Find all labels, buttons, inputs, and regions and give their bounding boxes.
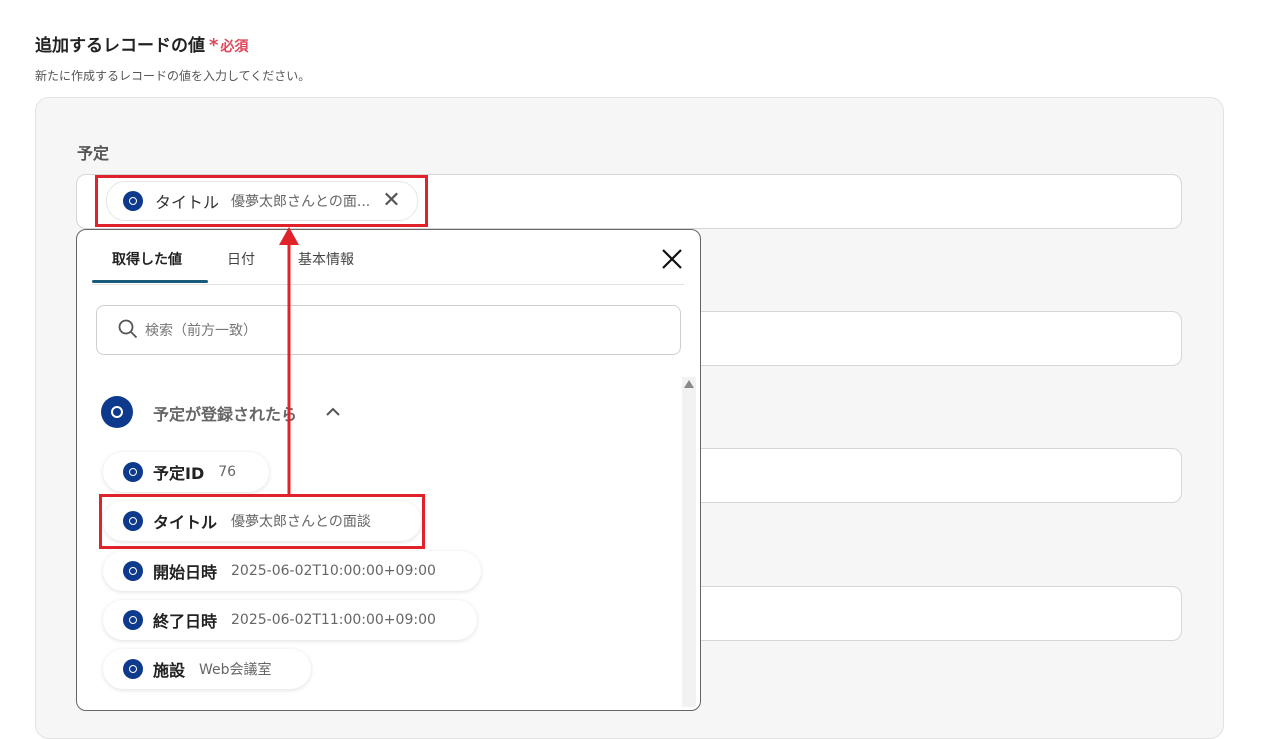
search-input[interactable] — [143, 318, 647, 344]
item-label: 施設 — [153, 661, 186, 680]
tab-basic-info[interactable]: 基本情報 — [298, 249, 354, 269]
garoon-app-icon — [123, 561, 143, 581]
garoon-app-icon — [123, 462, 143, 482]
garoon-app-icon — [123, 511, 143, 531]
active-tab-indicator — [92, 280, 208, 283]
section-description: 新たに作成するレコードの値を入力してください。 — [35, 69, 311, 83]
group-title: 予定が登録されたら — [153, 405, 298, 424]
item-value: 76 — [218, 464, 237, 480]
list-item-schedule-id[interactable]: 予定ID 76 — [103, 452, 269, 492]
annotation-arrow-icon — [279, 227, 299, 494]
tab-divider — [92, 284, 684, 285]
item-value: 2025-06-02T11:00:00+09:00 — [231, 612, 436, 628]
garoon-app-icon — [123, 191, 143, 211]
item-label: 予定ID — [153, 464, 205, 483]
list-item-title[interactable]: タイトル 優夢太郎さんとの面談 — [103, 501, 421, 541]
scroll-up-icon[interactable] — [684, 380, 694, 388]
field-label-schedule: 予定 — [77, 144, 110, 163]
garoon-group-icon — [101, 396, 133, 428]
list-item-start-datetime[interactable]: 開始日時 2025-06-02T10:00:00+09:00 — [103, 551, 481, 591]
garoon-app-icon — [123, 610, 143, 630]
value-picker-popover: 取得した値 日付 基本情報 予定が登録されたら 予定ID 76 タイトル 優夢太… — [76, 229, 701, 711]
scrollbar[interactable] — [682, 377, 696, 707]
item-label: 開始日時 — [153, 563, 218, 582]
chip-label: タイトル — [155, 193, 220, 212]
required-star: * — [209, 35, 219, 56]
item-value: 優夢太郎さんとの面談 — [231, 514, 371, 530]
section-title-text: 追加するレコードの値 — [35, 36, 205, 56]
close-icon[interactable] — [659, 246, 685, 272]
selected-value-chip[interactable]: タイトル 優夢太郎さんとの面... ✕ — [106, 181, 418, 221]
chevron-up-icon[interactable] — [325, 404, 341, 420]
remove-chip-icon[interactable]: ✕ — [382, 190, 400, 212]
search-box[interactable] — [96, 305, 681, 355]
section-title: 追加するレコードの値 * 必須 — [35, 31, 248, 56]
list-item-facility[interactable]: 施設 Web会議室 — [103, 649, 311, 689]
required-label: 必須 — [220, 39, 249, 55]
list-item-end-datetime[interactable]: 終了日時 2025-06-02T11:00:00+09:00 — [103, 600, 477, 640]
item-label: タイトル — [153, 513, 218, 532]
item-value: 2025-06-02T10:00:00+09:00 — [231, 563, 436, 579]
search-icon — [118, 319, 138, 339]
garoon-app-icon — [123, 659, 143, 679]
item-value: Web会議室 — [199, 662, 272, 678]
chip-value: 優夢太郎さんとの面... — [231, 194, 371, 210]
item-label: 終了日時 — [153, 612, 218, 631]
tab-acquired-values[interactable]: 取得した値 — [112, 249, 182, 269]
tab-date[interactable]: 日付 — [227, 249, 255, 269]
